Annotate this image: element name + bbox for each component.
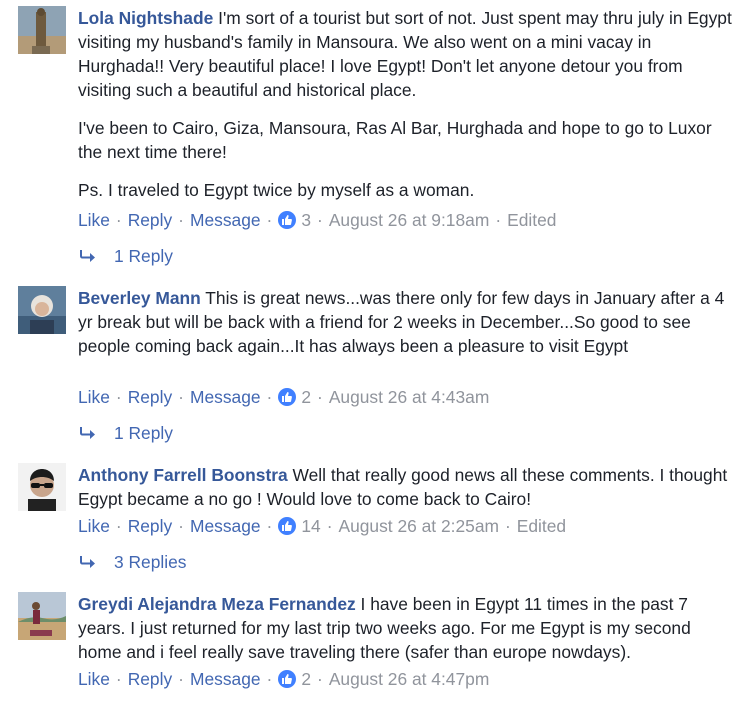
comment-text: I've been to Cairo, Giza, Mansoura, Ras … <box>78 118 712 162</box>
reply-button[interactable]: Reply <box>128 514 172 538</box>
timestamp[interactable]: August 26 at 4:47pm <box>329 667 490 691</box>
separator: · <box>317 210 323 230</box>
like-count[interactable]: 14 <box>301 514 320 538</box>
author-name[interactable]: Lola Nightshade <box>78 8 213 28</box>
reply-arrow-icon <box>80 250 95 262</box>
separator: · <box>115 210 122 230</box>
author-name[interactable]: Anthony Farrell Boonstra <box>78 465 288 485</box>
timestamp[interactable]: August 26 at 2:25am <box>338 514 499 538</box>
message-button[interactable]: Message <box>190 385 261 409</box>
replies-count[interactable]: 3 Replies <box>114 550 187 574</box>
edited-label[interactable]: Edited <box>517 514 566 538</box>
separator: · <box>266 669 273 689</box>
message-button[interactable]: Message <box>190 514 261 538</box>
edited-label[interactable]: Edited <box>507 208 556 232</box>
separator: · <box>504 516 511 536</box>
like-button[interactable]: Like <box>78 385 110 409</box>
reply-button[interactable]: Reply <box>128 667 172 691</box>
reply-arrow-icon <box>80 556 95 568</box>
timestamp[interactable]: August 26 at 4:43am <box>329 385 490 409</box>
avatar[interactable] <box>18 286 66 334</box>
thumbs-up-icon[interactable] <box>278 670 297 688</box>
like-count[interactable]: 2 <box>301 667 311 691</box>
separator: · <box>266 387 273 407</box>
separator: · <box>317 669 323 689</box>
avatar[interactable] <box>18 6 66 54</box>
like-count[interactable]: 3 <box>301 208 311 232</box>
separator: · <box>115 669 122 689</box>
separator: · <box>326 516 333 536</box>
separator: · <box>178 516 184 536</box>
thumbs-up-icon[interactable] <box>278 517 297 535</box>
avatar[interactable] <box>18 592 66 640</box>
comment-body: Beverley Mann This is great news...was t… <box>78 286 738 358</box>
comment-body: Greydi Alejandra Meza Fernandez I have b… <box>78 592 738 664</box>
like-button[interactable]: Like <box>78 667 110 691</box>
like-button[interactable]: Like <box>78 514 110 538</box>
reply-button[interactable]: Reply <box>128 208 172 232</box>
separator: · <box>178 387 184 407</box>
replies-count[interactable]: 1 Reply <box>114 244 173 268</box>
message-button[interactable]: Message <box>190 208 261 232</box>
separator: · <box>317 387 323 407</box>
separator: · <box>178 210 184 230</box>
view-replies-link[interactable]: 1 Reply <box>78 421 173 445</box>
separator: · <box>115 387 122 407</box>
like-count[interactable]: 2 <box>301 385 311 409</box>
separator: · <box>495 210 502 230</box>
thumbs-up-icon[interactable] <box>278 388 297 406</box>
author-name[interactable]: Beverley Mann <box>78 288 201 308</box>
timestamp[interactable]: August 26 at 9:18am <box>329 208 490 232</box>
separator: · <box>178 669 184 689</box>
replies-count[interactable]: 1 Reply <box>114 421 173 445</box>
comment-text: Ps. I traveled to Egypt twice by myself … <box>78 180 475 200</box>
comment-body: Lola Nightshade I'm sort of a tourist bu… <box>78 6 738 202</box>
separator: · <box>115 516 122 536</box>
message-button[interactable]: Message <box>190 667 261 691</box>
view-replies-link[interactable]: 3 Replies <box>78 550 187 574</box>
separator: · <box>266 210 273 230</box>
comment-actions: Like · Reply · Message · 2 · August 26 a… <box>78 385 489 409</box>
separator: · <box>266 516 273 536</box>
author-name[interactable]: Greydi Alejandra Meza Fernandez <box>78 594 356 614</box>
like-button[interactable]: Like <box>78 208 110 232</box>
avatar[interactable] <box>18 463 66 511</box>
comment-actions: Like · Reply · Message · 2 · August 26 a… <box>78 667 489 691</box>
comment-actions: Like · Reply · Message · 3 · August 26 a… <box>78 208 556 232</box>
thumbs-up-icon[interactable] <box>278 211 297 229</box>
reply-arrow-icon <box>80 427 95 439</box>
comment-actions: Like · Reply · Message · 14 · August 26 … <box>78 514 566 538</box>
reply-button[interactable]: Reply <box>128 385 172 409</box>
comment-body: Anthony Farrell Boonstra Well that reall… <box>78 463 738 511</box>
view-replies-link[interactable]: 1 Reply <box>78 244 173 268</box>
